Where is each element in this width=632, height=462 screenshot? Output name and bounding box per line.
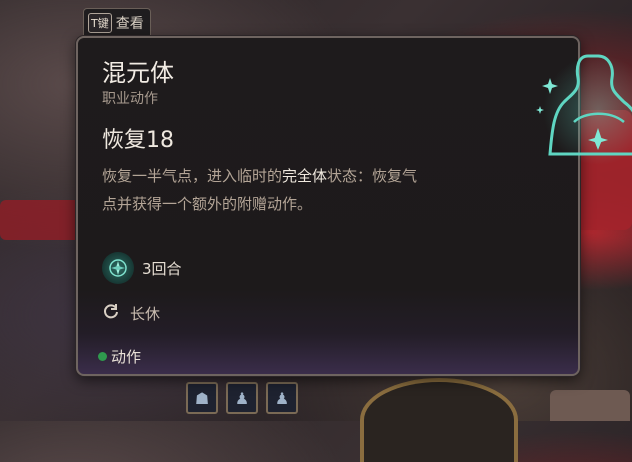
examine-hint[interactable]: T键 查看 bbox=[83, 8, 151, 37]
action-type-row: 动作 bbox=[98, 346, 141, 367]
hotbar-slot[interactable]: ♟ bbox=[226, 382, 258, 414]
spell-art-icon bbox=[528, 50, 632, 174]
description-highlight: 完全体 bbox=[282, 167, 328, 185]
ki-icon bbox=[102, 252, 134, 284]
effect-description: 恢复一半气点，进入临时的完全体状态：恢复气点并获得一个额外的附赠动作。 bbox=[102, 162, 432, 218]
action-type-value: 动作 bbox=[111, 348, 142, 366]
examine-label: 查看 bbox=[115, 16, 144, 32]
key-hint: T键 bbox=[88, 13, 112, 33]
action-tooltip: 混元体 职业动作 恢复18 恢复一半气点，进入临时的完全体状态：恢复气点并获得一… bbox=[76, 36, 632, 376]
description-text: 恢复一半气点，进入临时的 bbox=[102, 167, 283, 185]
green-dot-icon bbox=[98, 352, 107, 361]
tooltip-title: 混元体 bbox=[102, 59, 174, 87]
hotbar-slot[interactable]: ♟ bbox=[266, 382, 298, 414]
hotbar-slot[interactable]: ☗ bbox=[186, 382, 218, 414]
uses-row: 3回合 bbox=[102, 252, 182, 284]
refresh-icon bbox=[102, 302, 120, 324]
recharge-value: 长休 bbox=[130, 304, 161, 323]
background-scene bbox=[550, 390, 630, 421]
tooltip-subtitle: 职业动作 bbox=[102, 91, 158, 107]
effect-name: 恢复18 bbox=[102, 128, 174, 153]
recharge-row: 长休 bbox=[102, 302, 160, 324]
hotbar-fragment: ☗ ♟ ♟ bbox=[180, 375, 326, 421]
uses-value: 3回合 bbox=[142, 259, 182, 278]
portrait-frame bbox=[360, 378, 518, 462]
